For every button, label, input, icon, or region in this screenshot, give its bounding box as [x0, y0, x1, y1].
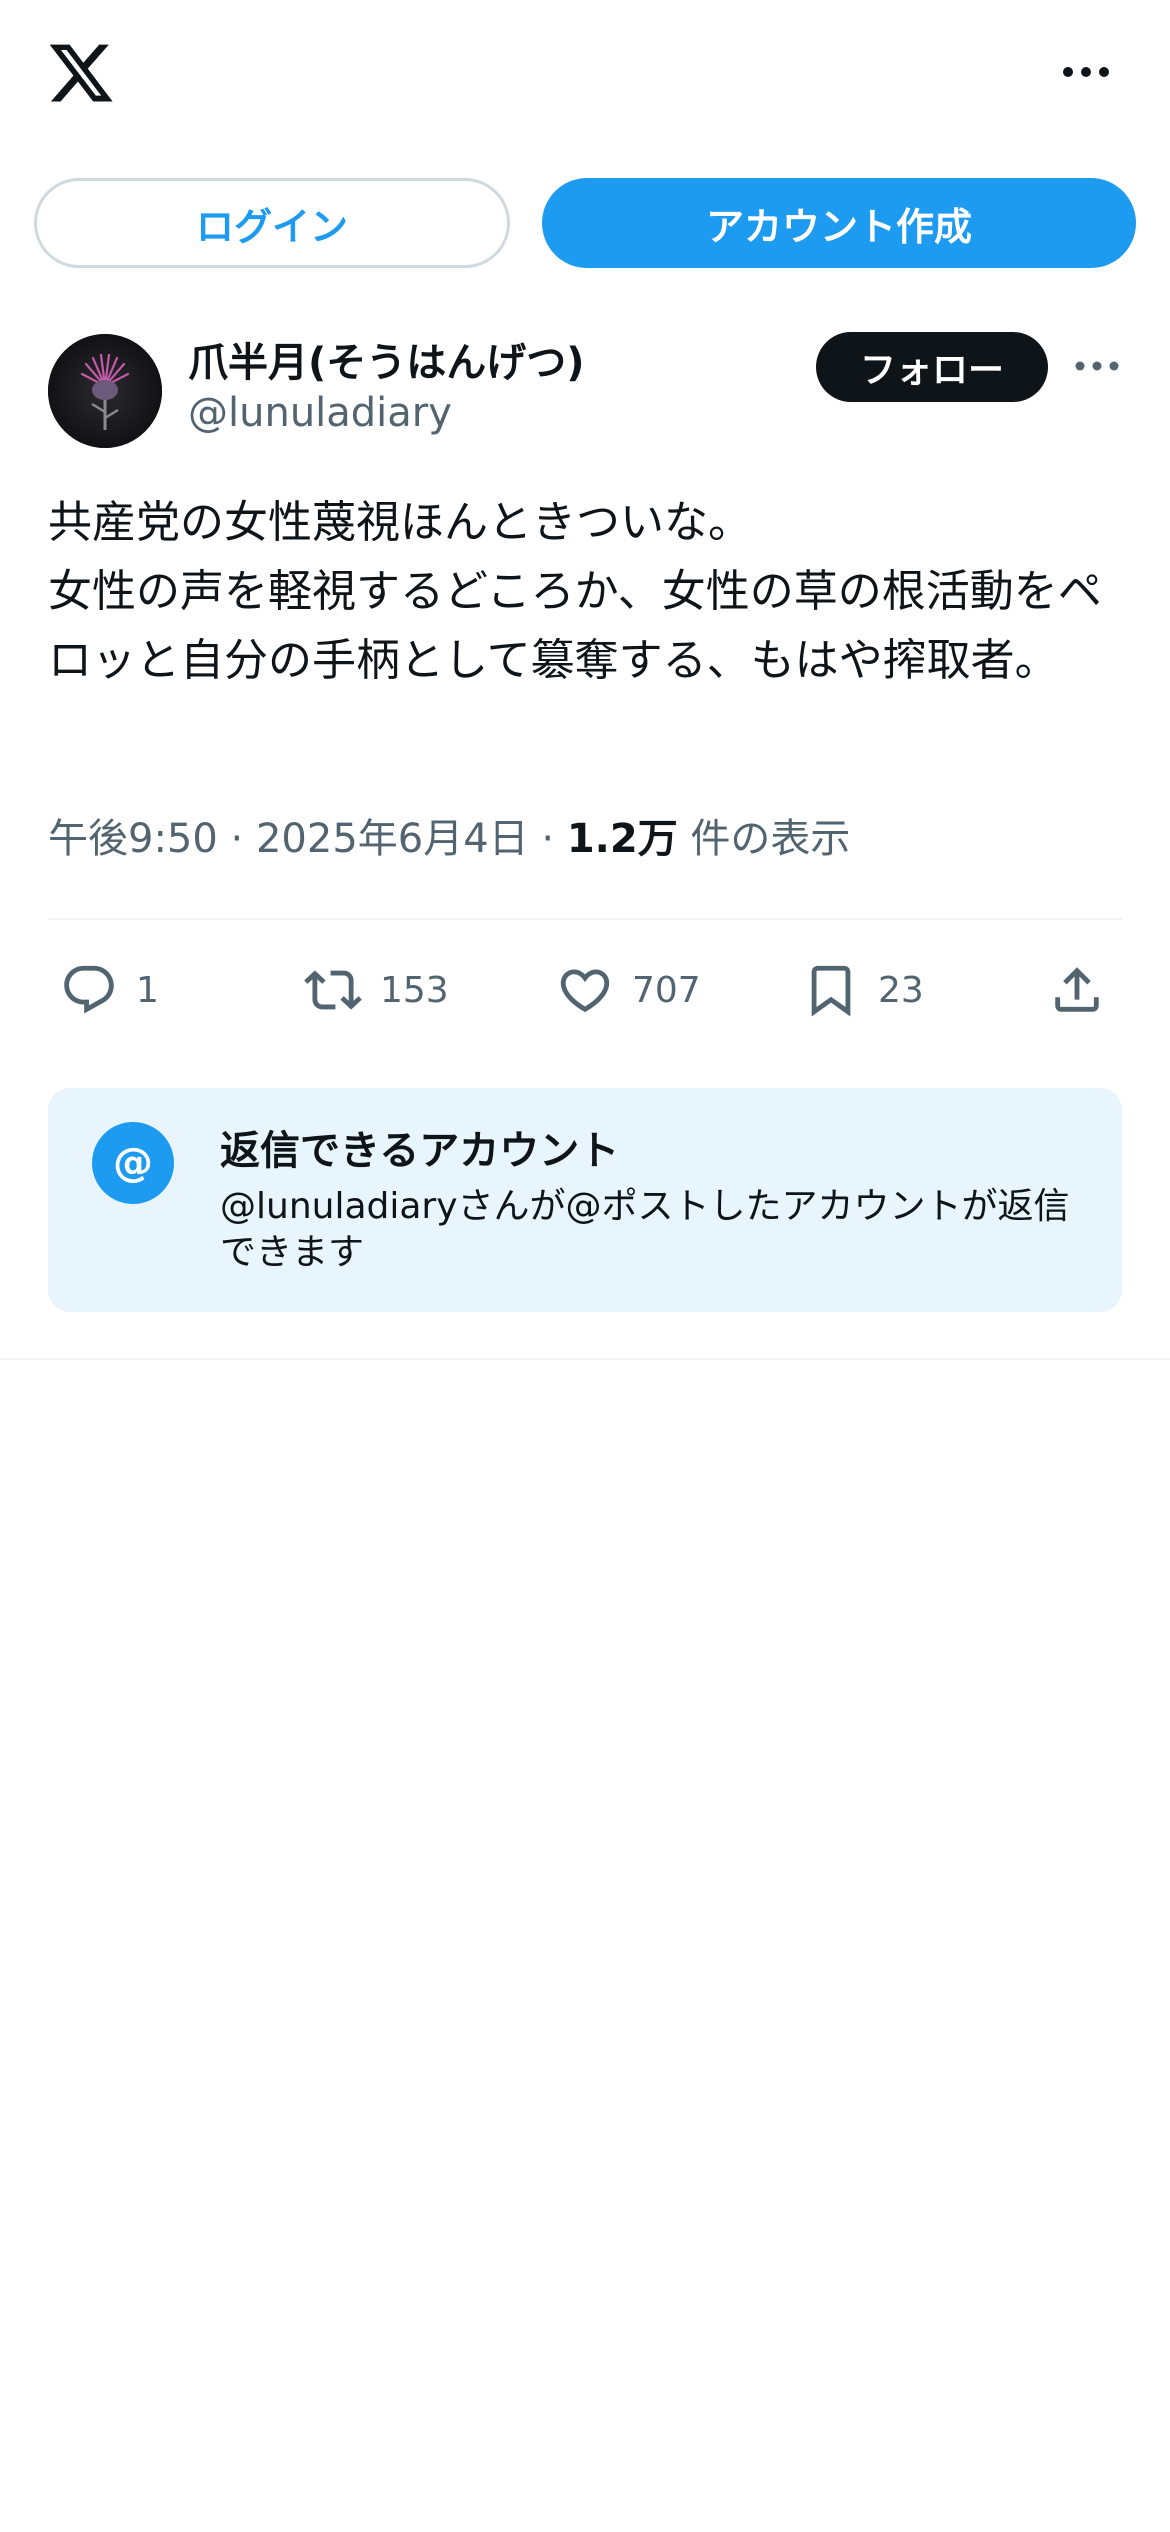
reply-restriction-title: 返信できるアカウント	[220, 1128, 620, 1174]
repost-button[interactable]: 153	[304, 940, 449, 1040]
login-button[interactable]: ログイン	[34, 178, 510, 268]
post-date[interactable]: 2025年6月4日	[256, 816, 529, 862]
more-horizontal-icon[interactable]	[1060, 58, 1112, 86]
x-logo-icon[interactable]	[46, 38, 116, 108]
action-bar: 1 153 707 23	[0, 940, 1170, 1040]
share-button[interactable]	[1048, 940, 1106, 1040]
post-more-icon[interactable]	[1074, 354, 1120, 378]
post-text: 共産党の女性蔑視ほんときついな。 女性の声を軽視するどころか、女性の草の根活動を…	[48, 497, 1102, 686]
create-account-button[interactable]: アカウント作成	[542, 178, 1136, 268]
thistle-flower-avatar	[48, 334, 162, 448]
top-bar	[0, 0, 1170, 150]
views-count: 1.2万	[566, 816, 678, 862]
meta-separator: ·	[541, 816, 555, 862]
reply-restriction-description: @lunuladiaryさんが@ポストしたアカウントが返信できます	[220, 1186, 1070, 1273]
reply-icon	[64, 965, 114, 1014]
divider	[48, 918, 1122, 920]
avatar[interactable]	[48, 334, 162, 448]
bookmark-count: 23	[878, 969, 924, 1011]
share-icon	[1055, 967, 1099, 1012]
bookmark-button[interactable]: 23	[802, 940, 924, 1040]
repost-icon	[304, 970, 362, 1010]
author-handle[interactable]: @lunuladiary	[188, 390, 452, 436]
follow-button[interactable]: フォロー	[816, 332, 1048, 402]
divider	[0, 1358, 1170, 1360]
views-label: 件の表示	[690, 816, 851, 862]
author-name[interactable]: 爪半月(そうはんげつ)	[188, 330, 585, 388]
heart-icon	[560, 969, 610, 1013]
reply-count: 1	[136, 969, 159, 1011]
like-button[interactable]: 707	[556, 940, 701, 1040]
like-count: 707	[632, 969, 701, 1011]
reply-button[interactable]: 1	[60, 940, 159, 1040]
repost-count: 153	[380, 969, 449, 1011]
bookmark-icon	[811, 965, 851, 1017]
post-metadata: 午後9:50 · 2025年6月4日 · 1.2万 件の表示	[48, 806, 850, 864]
auth-buttons: ログイン アカウント作成	[0, 178, 1170, 270]
reply-restriction-notice: @ 返信できるアカウント @lunuladiaryさんが@ポストしたアカウントが…	[48, 1088, 1122, 1312]
post-time[interactable]: 午後9:50	[48, 816, 218, 862]
meta-separator: ·	[230, 816, 244, 862]
at-sign-icon: @	[92, 1122, 174, 1204]
